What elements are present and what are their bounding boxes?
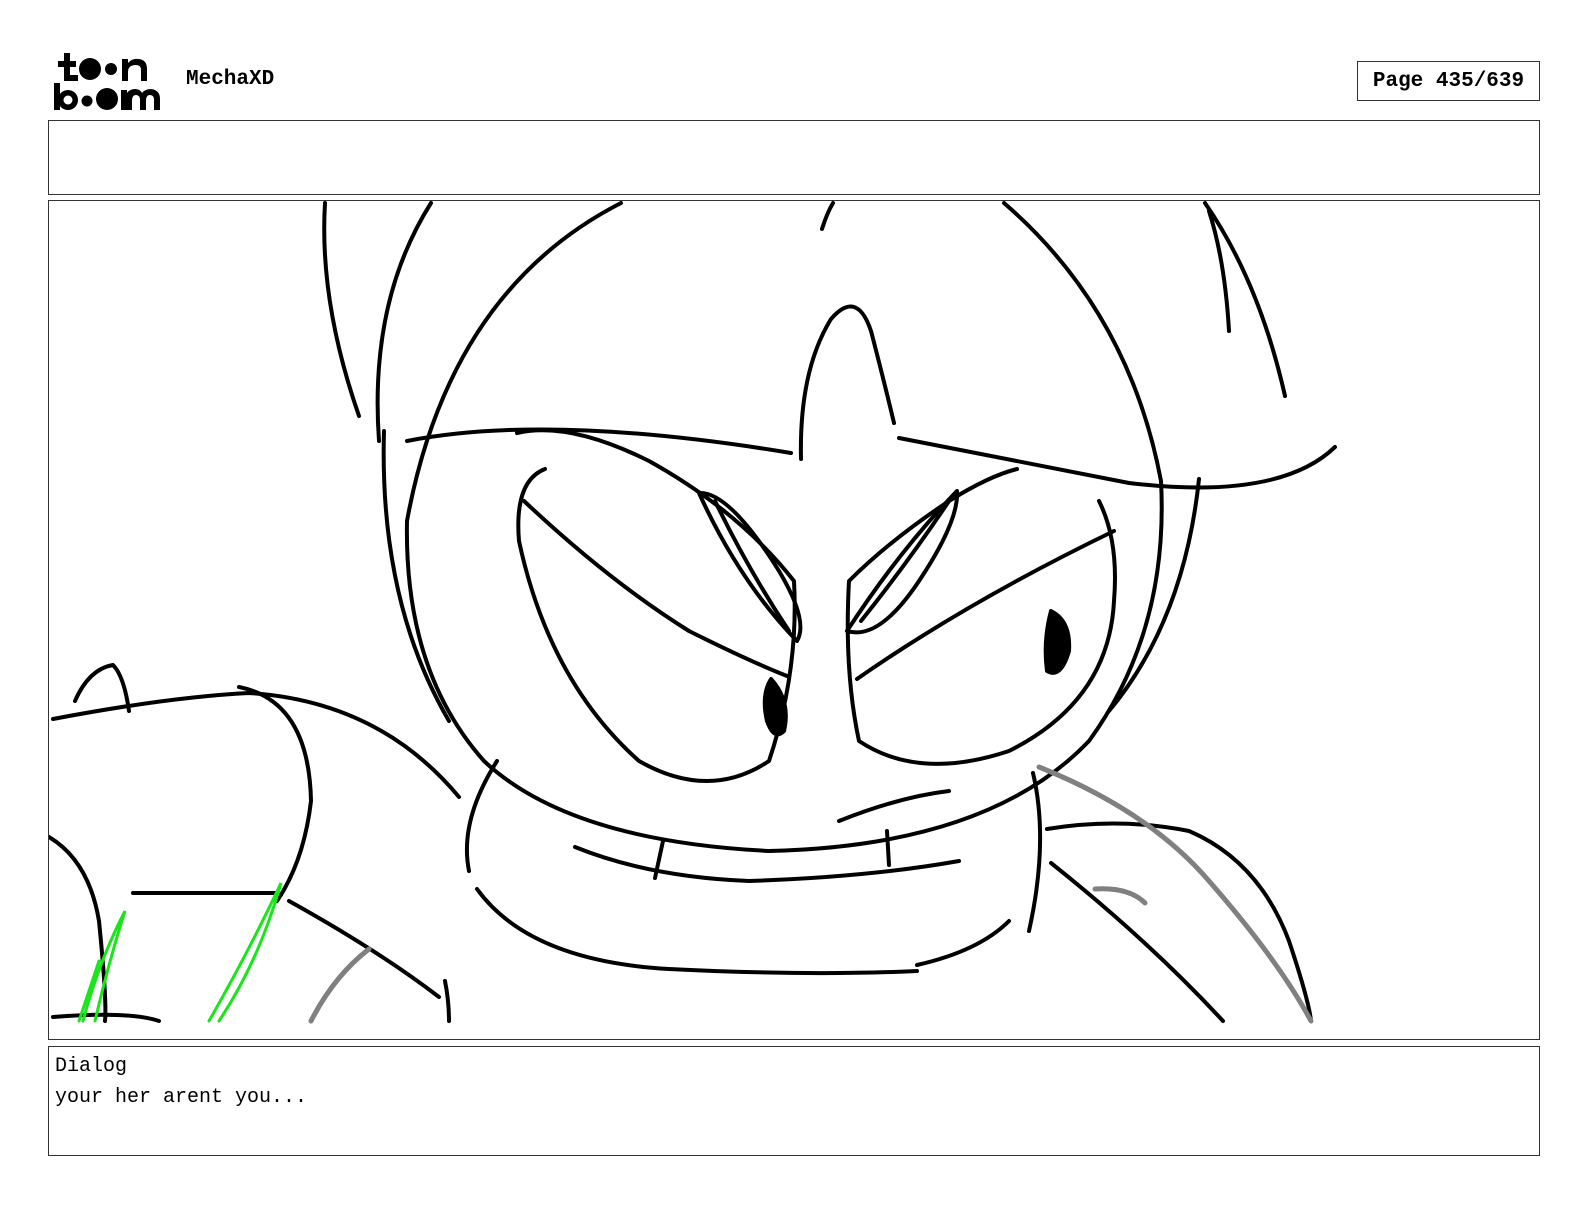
page-counter: Page 435/639	[1357, 61, 1540, 101]
dialog-text: your her arent you...	[55, 1086, 308, 1109]
notes-panel	[48, 120, 1540, 195]
toon-boom-logo	[52, 50, 164, 112]
storyboard-frame	[48, 200, 1540, 1040]
dialog-panel: Dialog your her arent you...	[48, 1046, 1540, 1156]
dialog-heading: Dialog	[55, 1055, 128, 1078]
project-title: MechaXD	[186, 68, 275, 91]
storyboard-sketch	[49, 201, 1337, 1024]
page-label: Page 435/639	[1372, 69, 1525, 93]
